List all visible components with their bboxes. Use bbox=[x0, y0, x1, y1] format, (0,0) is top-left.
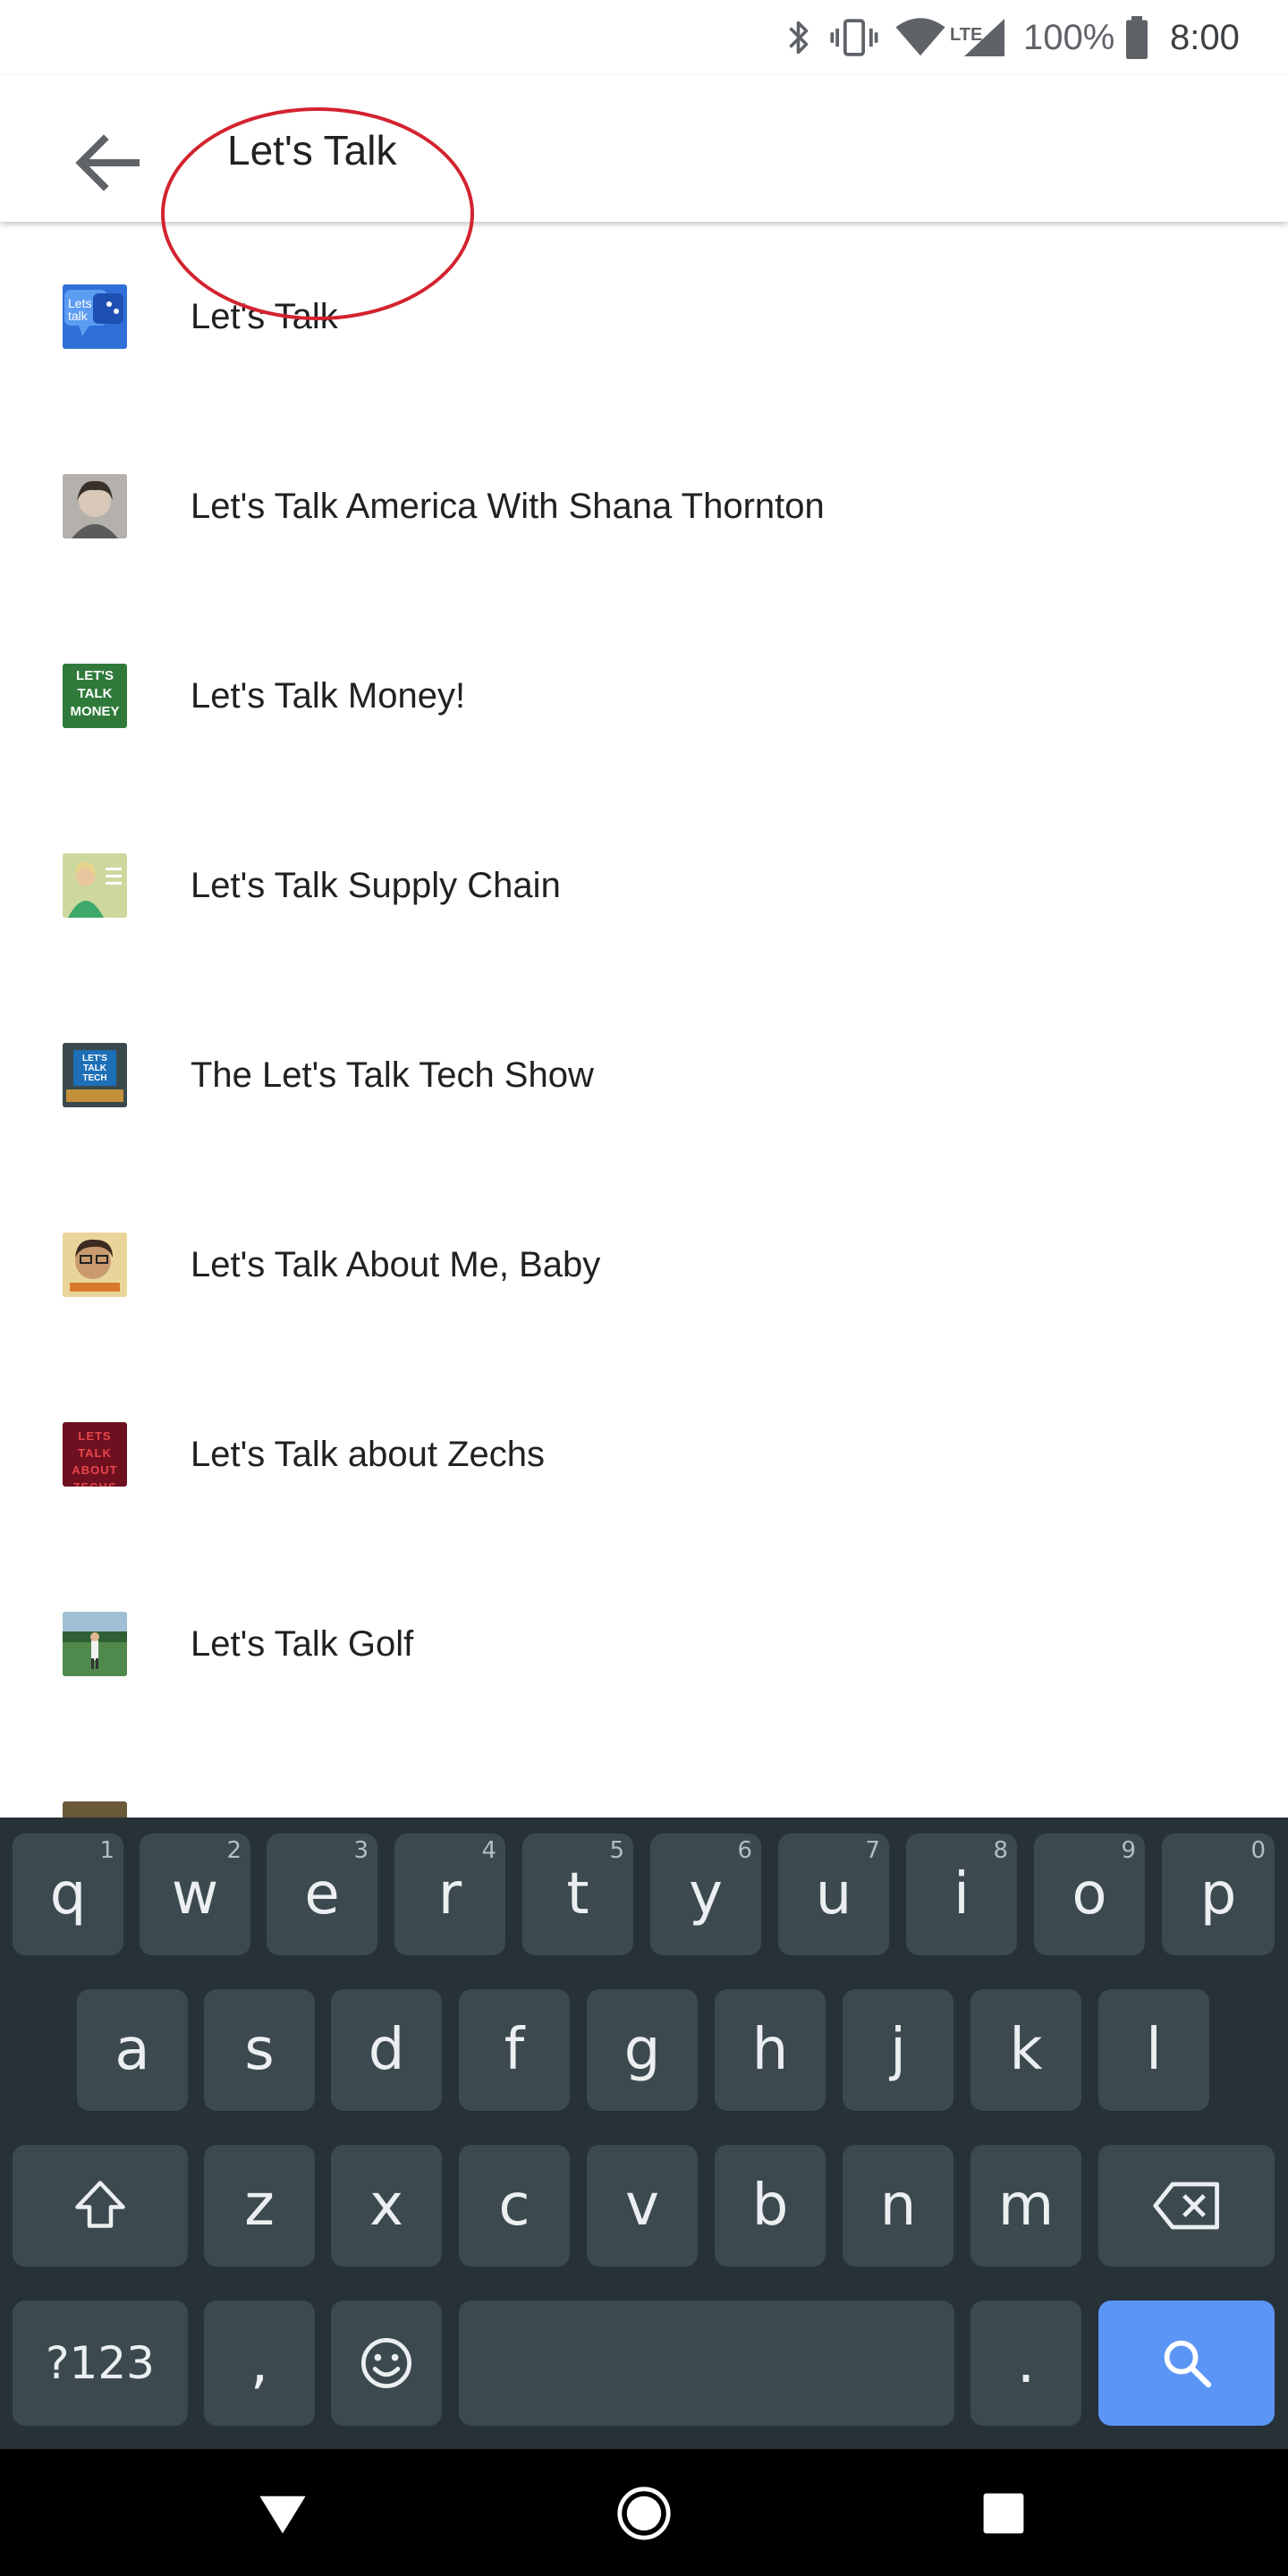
key-h[interactable]: h bbox=[715, 1989, 826, 2111]
key-q[interactable]: q1 bbox=[13, 1834, 123, 1955]
backspace-icon bbox=[1152, 2182, 1219, 2230]
key-p[interactable]: p0 bbox=[1162, 1834, 1275, 1955]
backspace-key[interactable] bbox=[1098, 2145, 1275, 2267]
key-k[interactable]: k bbox=[970, 1989, 1081, 2111]
list-item[interactable]: LETS TALK ABOUT ZECHS Let's Talk about Z… bbox=[0, 1360, 1288, 1549]
search-key[interactable] bbox=[1098, 2301, 1275, 2426]
podcast-thumbnail bbox=[63, 474, 127, 538]
podcast-thumbnail bbox=[63, 853, 127, 918]
status-bar: LTE 100% 8:00 bbox=[0, 0, 1288, 75]
result-title: Let's Talk about Zechs bbox=[191, 1435, 546, 1474]
key-b[interactable]: b bbox=[715, 2145, 826, 2267]
wifi-icon bbox=[895, 18, 945, 56]
podcast-thumbnail: LET'S TALK TECH bbox=[63, 1043, 127, 1107]
clock: 8:00 bbox=[1170, 18, 1240, 57]
back-triangle-icon[interactable] bbox=[254, 2485, 311, 2542]
key-f[interactable]: f bbox=[459, 1989, 570, 2111]
recents-square-icon[interactable] bbox=[975, 2485, 1032, 2542]
search-results-list: Lets talk Let's Talk Let's Talk America … bbox=[0, 222, 1288, 1818]
key-a[interactable]: a bbox=[77, 1989, 188, 2111]
home-circle-icon[interactable] bbox=[615, 2485, 673, 2542]
key-t[interactable]: t5 bbox=[522, 1834, 633, 1955]
bluetooth-icon bbox=[789, 21, 809, 55]
shift-icon bbox=[75, 2181, 125, 2228]
key-v[interactable]: v bbox=[587, 2145, 698, 2267]
podcast-thumbnail: LET'S TALK MONEY bbox=[63, 664, 127, 728]
key-d[interactable]: d bbox=[331, 1989, 442, 2111]
emoji-icon bbox=[361, 2338, 411, 2388]
key-l[interactable]: l bbox=[1098, 1989, 1209, 2111]
system-nav-bar bbox=[0, 2449, 1288, 2576]
list-item[interactable]: Let's Talk Supply Chain bbox=[0, 791, 1288, 980]
arrow-back-icon[interactable] bbox=[64, 120, 150, 206]
vibrate-icon bbox=[830, 19, 878, 56]
period-key[interactable]: . bbox=[970, 2301, 1081, 2426]
list-item[interactable]: Let's Talk Golf bbox=[0, 1549, 1288, 1739]
key-j[interactable]: j bbox=[843, 1989, 953, 2111]
key-s[interactable]: s bbox=[204, 1989, 315, 2111]
key-i[interactable]: i8 bbox=[906, 1834, 1017, 1955]
key-n[interactable]: n bbox=[843, 2145, 953, 2267]
podcast-thumbnail: LETS TALK ABOUT ZECHS bbox=[63, 1422, 127, 1487]
key-o[interactable]: o9 bbox=[1034, 1834, 1145, 1955]
result-title: Let's Talk Money! bbox=[191, 676, 466, 716]
list-item[interactable]: Let's Talk America With Shana Thornton bbox=[0, 411, 1288, 601]
key-g[interactable]: g bbox=[587, 1989, 698, 2111]
key-r[interactable]: r4 bbox=[394, 1834, 505, 1955]
key-m[interactable]: m bbox=[970, 2145, 1081, 2267]
network-type-label: LTE bbox=[950, 25, 983, 45]
key-e[interactable]: e3 bbox=[267, 1834, 377, 1955]
key-z[interactable]: z bbox=[204, 2145, 315, 2267]
list-item[interactable]: Let's Talk About Me, Baby bbox=[0, 1170, 1288, 1360]
key-y[interactable]: y6 bbox=[650, 1834, 761, 1955]
battery-percent: 100% bbox=[1023, 18, 1115, 57]
thumb-text: LET'S TALK TECH bbox=[82, 1054, 107, 1083]
on-screen-keyboard: q1 w2 e3 r4 t5 y6 u7 i8 o9 p0 a s d f g … bbox=[0, 1818, 1288, 2449]
emoji-key[interactable] bbox=[331, 2301, 442, 2426]
result-title: Let's Talk Supply Chain bbox=[191, 866, 561, 905]
podcast-thumbnail bbox=[63, 1233, 127, 1297]
result-title: Let's Talk Golf bbox=[191, 1624, 414, 1664]
result-title: Let's Talk About Me, Baby bbox=[191, 1245, 601, 1284]
podcast-thumbnail: Lets talk bbox=[63, 284, 127, 349]
highlight-annotation bbox=[161, 107, 474, 320]
battery-icon bbox=[1126, 16, 1148, 59]
key-x[interactable]: x bbox=[331, 2145, 442, 2267]
search-icon bbox=[1164, 2340, 1211, 2388]
thumb-text: LETS TALK ABOUT ZECHS bbox=[72, 1429, 118, 1487]
shift-key[interactable] bbox=[13, 2145, 188, 2267]
result-title: Let's Talk America With Shana Thornton bbox=[191, 487, 825, 526]
thumb-text: LET'S TALK MONEY bbox=[70, 668, 120, 719]
podcast-thumbnail bbox=[63, 1612, 127, 1676]
symbols-key[interactable]: ?123 bbox=[13, 2301, 188, 2426]
list-item[interactable]: LET'S TALK TECH The Let's Talk Tech Show bbox=[0, 980, 1288, 1170]
list-item[interactable]: LET'S TALK MONEY Let's Talk Money! bbox=[0, 601, 1288, 791]
result-title: The Let's Talk Tech Show bbox=[191, 1055, 594, 1095]
search-app-bar: Let's Talk bbox=[0, 75, 1288, 320]
key-c[interactable]: c bbox=[459, 2145, 570, 2267]
list-item[interactable] bbox=[0, 1739, 1288, 1818]
comma-key[interactable]: , bbox=[204, 2301, 315, 2426]
thumb-text: Lets talk bbox=[68, 296, 92, 323]
podcast-thumbnail bbox=[63, 1801, 127, 1818]
key-w[interactable]: w2 bbox=[140, 1834, 250, 1955]
space-key[interactable] bbox=[459, 2301, 954, 2426]
key-u[interactable]: u7 bbox=[778, 1834, 889, 1955]
